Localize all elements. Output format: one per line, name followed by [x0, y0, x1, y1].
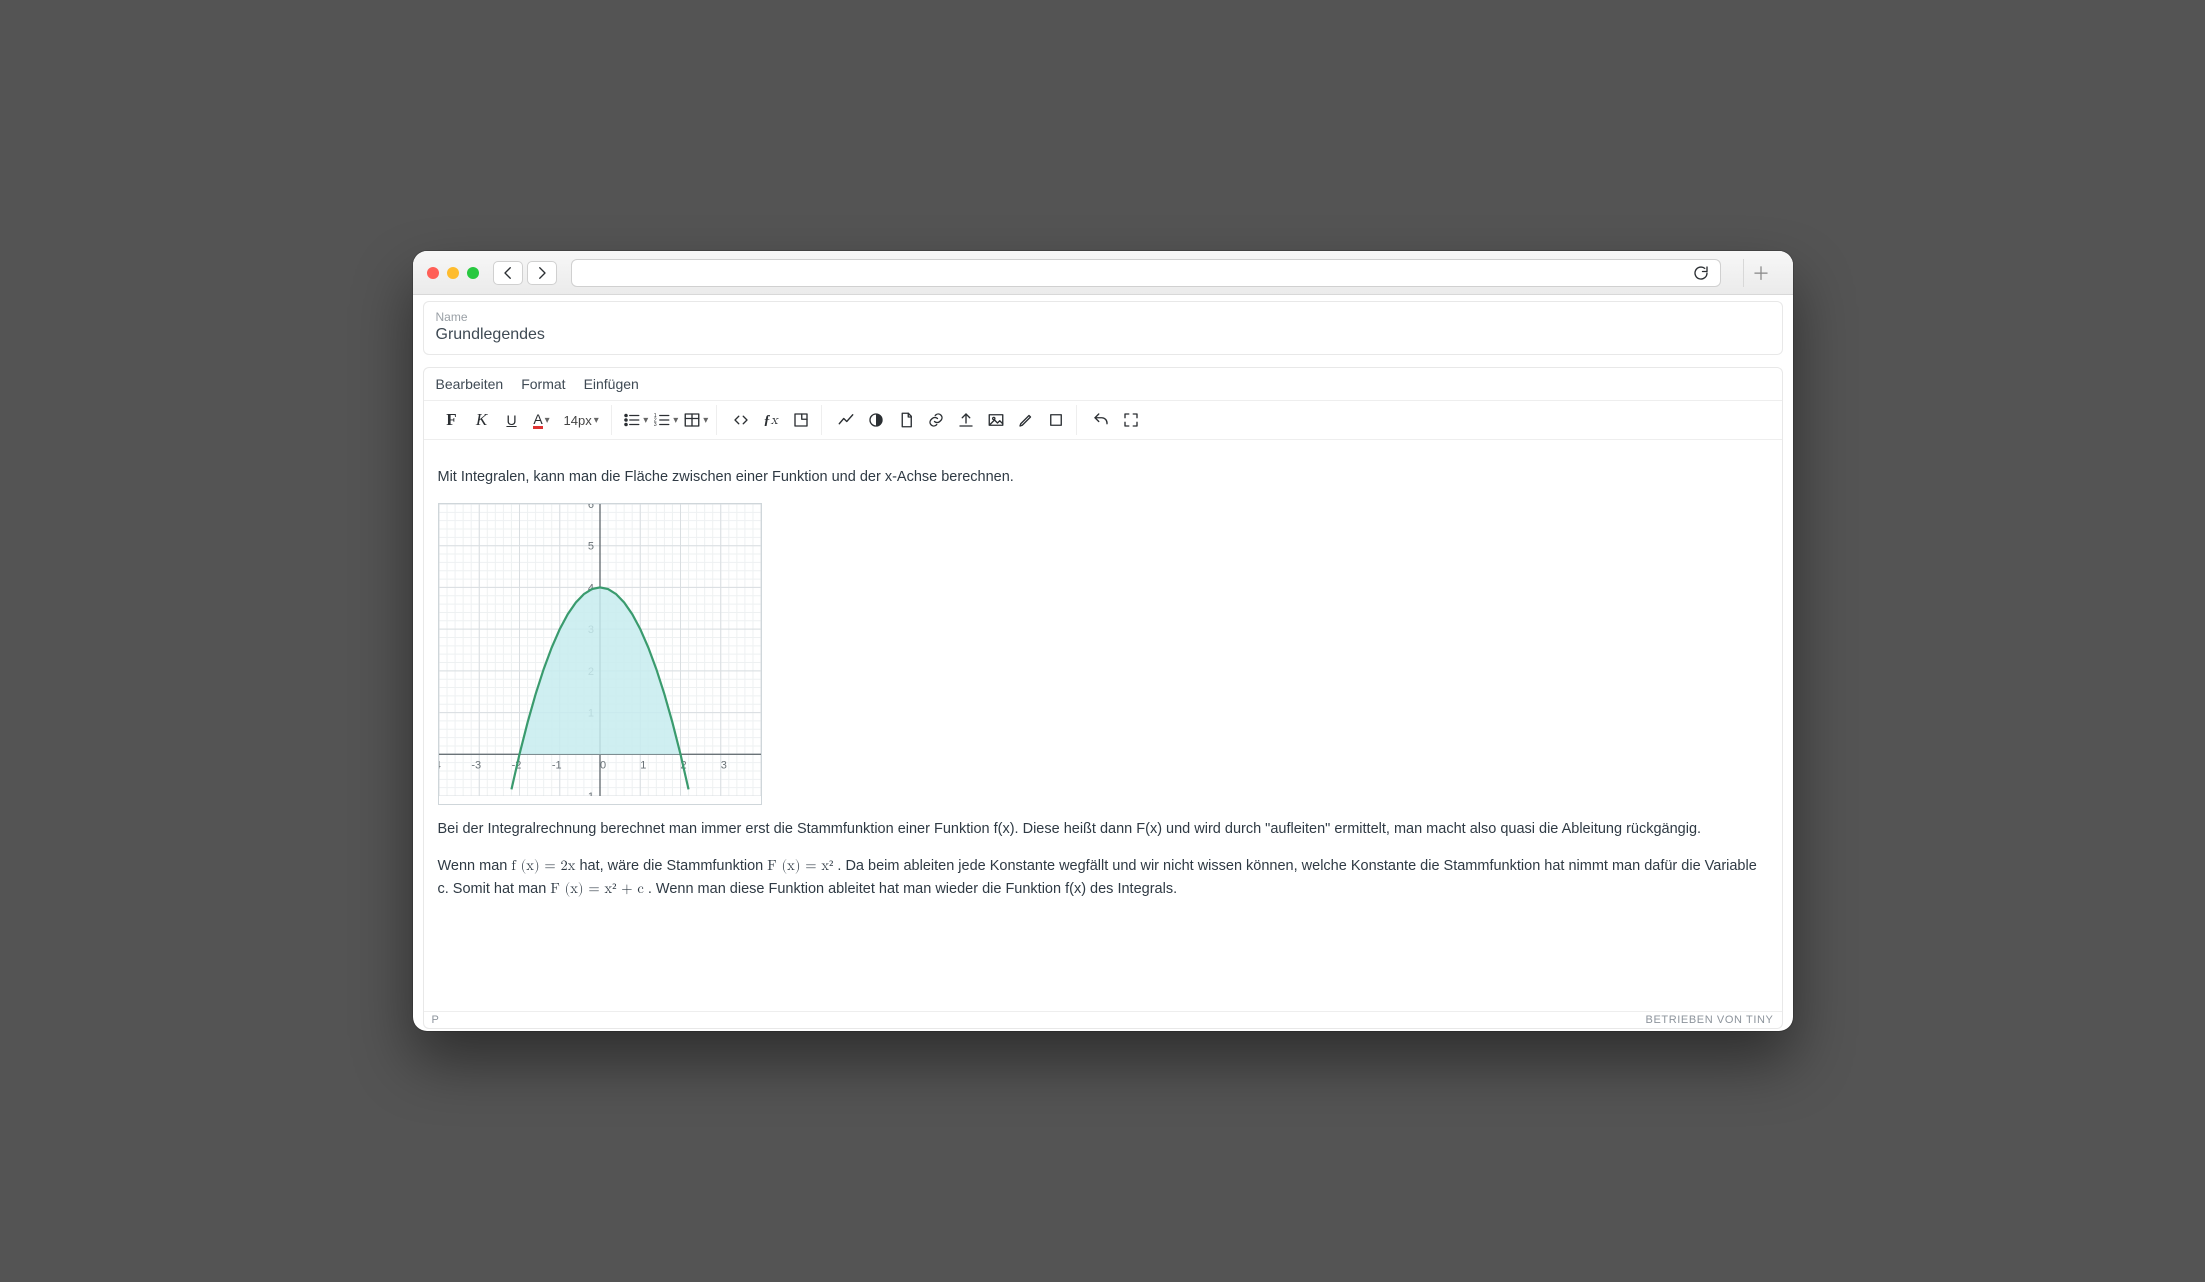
fontsize-select[interactable]: 14px▾: [558, 405, 605, 435]
reload-icon: [1692, 264, 1710, 282]
fullscreen-button[interactable]: [1117, 405, 1145, 435]
table-button[interactable]: ▾: [682, 405, 710, 435]
paragraph: Bei der Integralrechnung berechnet man i…: [438, 819, 1768, 841]
status-path: P: [432, 1014, 440, 1026]
status-powered: BETRIEBEN VON TINY: [1646, 1014, 1774, 1026]
expand-icon: [1122, 411, 1140, 429]
list-bullet-icon: [623, 411, 641, 429]
image-icon: [987, 411, 1005, 429]
chevron-right-icon: [533, 264, 551, 282]
svg-text:-4: -4: [439, 759, 441, 771]
svg-text:3: 3: [720, 759, 726, 771]
name-label: Name: [436, 310, 1770, 324]
chevron-down-icon: ▾: [545, 415, 550, 426]
browser-window: ＋ Name Grundlegendes Bearbeiten Format E…: [413, 251, 1793, 1031]
chart-button[interactable]: [832, 405, 860, 435]
chart-svg: -4-3-2-101234-1123456: [439, 504, 761, 796]
pencil-icon: [1017, 411, 1035, 429]
svg-text:6: 6: [587, 504, 593, 511]
page-content: Name Grundlegendes Bearbeiten Format Ein…: [413, 295, 1793, 1031]
contrast-icon: [867, 411, 885, 429]
task-button[interactable]: [787, 405, 815, 435]
math-inline: F (x) = x² + c: [550, 881, 643, 896]
svg-text:5: 5: [587, 540, 593, 552]
svg-text:3: 3: [654, 422, 657, 428]
textcolor-button[interactable]: A▾: [528, 405, 556, 435]
table-icon: [683, 411, 701, 429]
formula-button[interactable]: ƒx: [757, 405, 785, 435]
draw-button[interactable]: [1012, 405, 1040, 435]
numbered-list-button[interactable]: 123▾: [652, 405, 680, 435]
address-bar[interactable]: [571, 259, 1721, 287]
chevron-down-icon: ▾: [673, 415, 678, 426]
note-icon: [792, 411, 810, 429]
editor-toolbar: F K U A▾ 14px▾ ▾ 123▾ ▾ ƒx: [424, 401, 1782, 440]
back-button[interactable]: [493, 261, 523, 285]
rich-text-editor: Bearbeiten Format Einfügen F K U A▾ 14px…: [423, 367, 1783, 1029]
integral-chart: -4-3-2-101234-1123456: [438, 503, 762, 805]
window-controls: [427, 267, 479, 279]
chart-line-icon: [837, 411, 855, 429]
file-button[interactable]: [892, 405, 920, 435]
minimize-window-button[interactable]: [447, 267, 459, 279]
menu-edit[interactable]: Bearbeiten: [436, 376, 504, 392]
math-inline: F (x) = x²: [767, 858, 833, 873]
undo-icon: [1092, 411, 1110, 429]
chevron-down-icon: ▾: [643, 415, 648, 426]
new-tab-button[interactable]: ＋: [1743, 259, 1779, 287]
image-button[interactable]: [982, 405, 1010, 435]
bold-button[interactable]: F: [438, 405, 466, 435]
list-numbered-icon: 123: [653, 411, 671, 429]
svg-text:0: 0: [599, 759, 605, 771]
contrast-button[interactable]: [862, 405, 890, 435]
chevron-down-icon: ▾: [703, 415, 708, 426]
svg-text:-1: -1: [551, 759, 561, 771]
paragraph: Wenn man f (x) = 2x hat, wäre die Stammf…: [438, 855, 1768, 901]
menu-format[interactable]: Format: [521, 376, 565, 392]
codeblock-button[interactable]: [727, 405, 755, 435]
box-button[interactable]: [1042, 405, 1070, 435]
code-icon: [732, 411, 750, 429]
browser-titlebar: ＋: [413, 251, 1793, 295]
zoom-window-button[interactable]: [467, 267, 479, 279]
editor-statusbar: P BETRIEBEN VON TINY: [424, 1011, 1782, 1028]
underline-button[interactable]: U: [498, 405, 526, 435]
menu-insert[interactable]: Einfügen: [584, 376, 639, 392]
bullet-list-button[interactable]: ▾: [622, 405, 650, 435]
editor-body[interactable]: Mit Integralen, kann man die Fläche zwis…: [424, 440, 1782, 1011]
name-field[interactable]: Name Grundlegendes: [423, 301, 1783, 355]
math-inline: f (x) = 2x: [511, 858, 575, 873]
fx-icon: ƒx: [764, 412, 778, 429]
svg-text:1: 1: [640, 759, 646, 771]
upload-button[interactable]: [952, 405, 980, 435]
italic-button[interactable]: K: [468, 405, 496, 435]
editor-menubar: Bearbeiten Format Einfügen: [424, 368, 1782, 401]
forward-button[interactable]: [527, 261, 557, 285]
link-button[interactable]: [922, 405, 950, 435]
paragraph: Mit Integralen, kann man die Fläche zwis…: [438, 467, 1768, 489]
link-icon: [927, 411, 945, 429]
upload-icon: [957, 411, 975, 429]
svg-text:-3: -3: [471, 759, 481, 771]
svg-text:-1: -1: [584, 791, 594, 796]
file-icon: [897, 411, 915, 429]
name-value: Grundlegendes: [436, 326, 1770, 344]
close-window-button[interactable]: [427, 267, 439, 279]
chevron-down-icon: ▾: [594, 415, 599, 426]
nav-buttons: [493, 261, 557, 285]
undo-button[interactable]: [1087, 405, 1115, 435]
chevron-left-icon: [499, 264, 517, 282]
square-icon: [1047, 411, 1065, 429]
